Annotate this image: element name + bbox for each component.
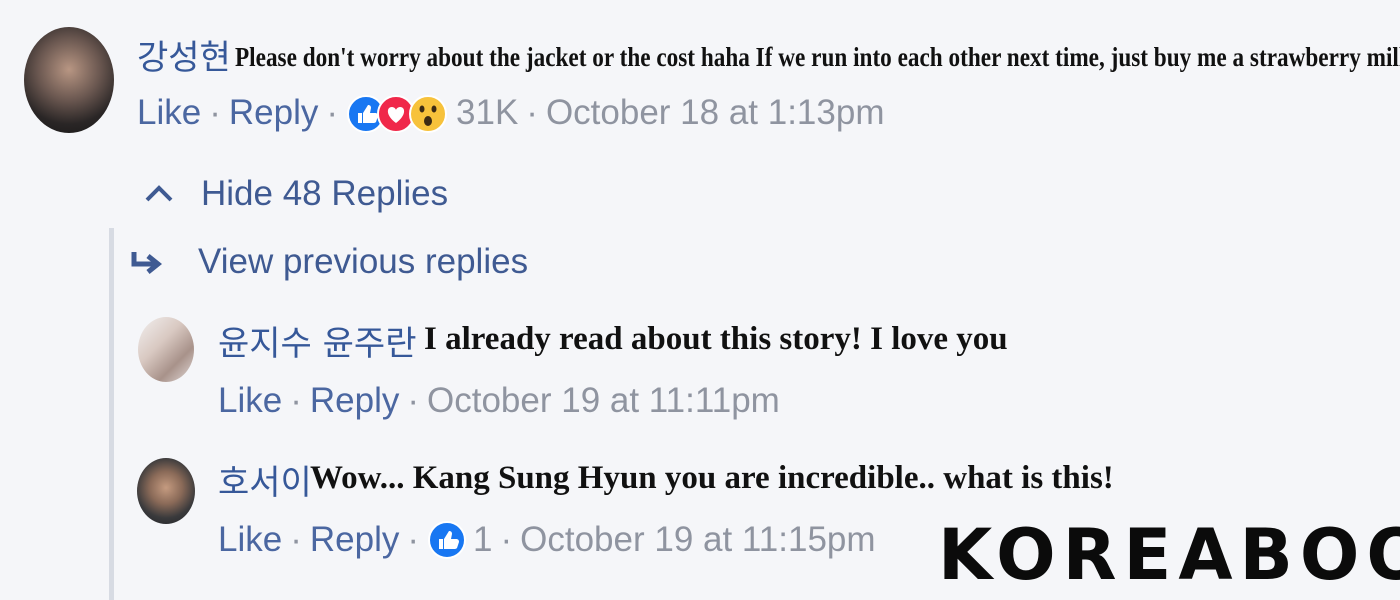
comment-author[interactable]: 강성현 [137, 30, 231, 79]
separator: · [526, 93, 538, 132]
separator: · [407, 381, 420, 420]
avatar-reply-2[interactable] [137, 458, 195, 524]
view-previous-replies[interactable]: View previous replies [128, 242, 528, 282]
avatar-reply-1[interactable] [138, 317, 194, 382]
reactions[interactable] [346, 93, 450, 133]
reaction-count[interactable]: 1 [467, 520, 492, 560]
like-button[interactable]: Like [137, 93, 201, 133]
separator: · [326, 93, 339, 132]
reply-button[interactable]: Reply [310, 520, 399, 560]
reply-text: Wow... Kang Sung Hyun you are incredible… [310, 460, 1114, 496]
watermark-logo: KOREABOO [938, 514, 1400, 596]
hide-replies-label[interactable]: Hide 48 Replies [201, 174, 448, 214]
separator: · [500, 520, 513, 559]
like-button[interactable]: Like [218, 520, 282, 560]
reply-button[interactable]: Reply [310, 381, 399, 421]
comment-actions: Like · Reply · 31K · October 18 at 1:13p… [137, 93, 885, 133]
avatar-main[interactable] [24, 27, 114, 133]
separator: · [407, 520, 420, 559]
reply-author[interactable]: 호서이 [218, 455, 312, 504]
view-previous-label[interactable]: View previous replies [198, 242, 528, 282]
separator: · [209, 93, 221, 132]
hide-replies-toggle[interactable]: Hide 48 Replies [143, 174, 448, 214]
reply-text: I already read about this story! I love … [424, 321, 1008, 357]
like-icon [428, 521, 467, 559]
separator: · [290, 520, 302, 559]
reply-actions: Like · Reply · October 19 at 11:11pm [218, 381, 780, 421]
separator: · [290, 381, 302, 420]
reply-author[interactable]: 윤지수 윤주란 [218, 316, 417, 365]
reply-actions: Like · Reply · 1 · October 19 at 11:15pm [218, 520, 876, 560]
timestamp[interactable]: October 19 at 11:15pm [520, 520, 875, 560]
reaction-count[interactable]: 31K [450, 93, 518, 133]
thread-line [109, 228, 114, 600]
reactions[interactable] [427, 520, 467, 560]
reply-button[interactable]: Reply [229, 93, 318, 133]
like-button[interactable]: Like [218, 381, 282, 421]
comment-text: Please don't worry about the jacket or t… [235, 42, 1400, 72]
reply-arrow-icon [131, 252, 163, 274]
timestamp[interactable]: October 19 at 11:11pm [427, 381, 780, 421]
timestamp[interactable]: October 18 at 1:13pm [546, 93, 885, 133]
wow-icon [409, 95, 448, 133]
chevron-up-icon [145, 185, 173, 202]
